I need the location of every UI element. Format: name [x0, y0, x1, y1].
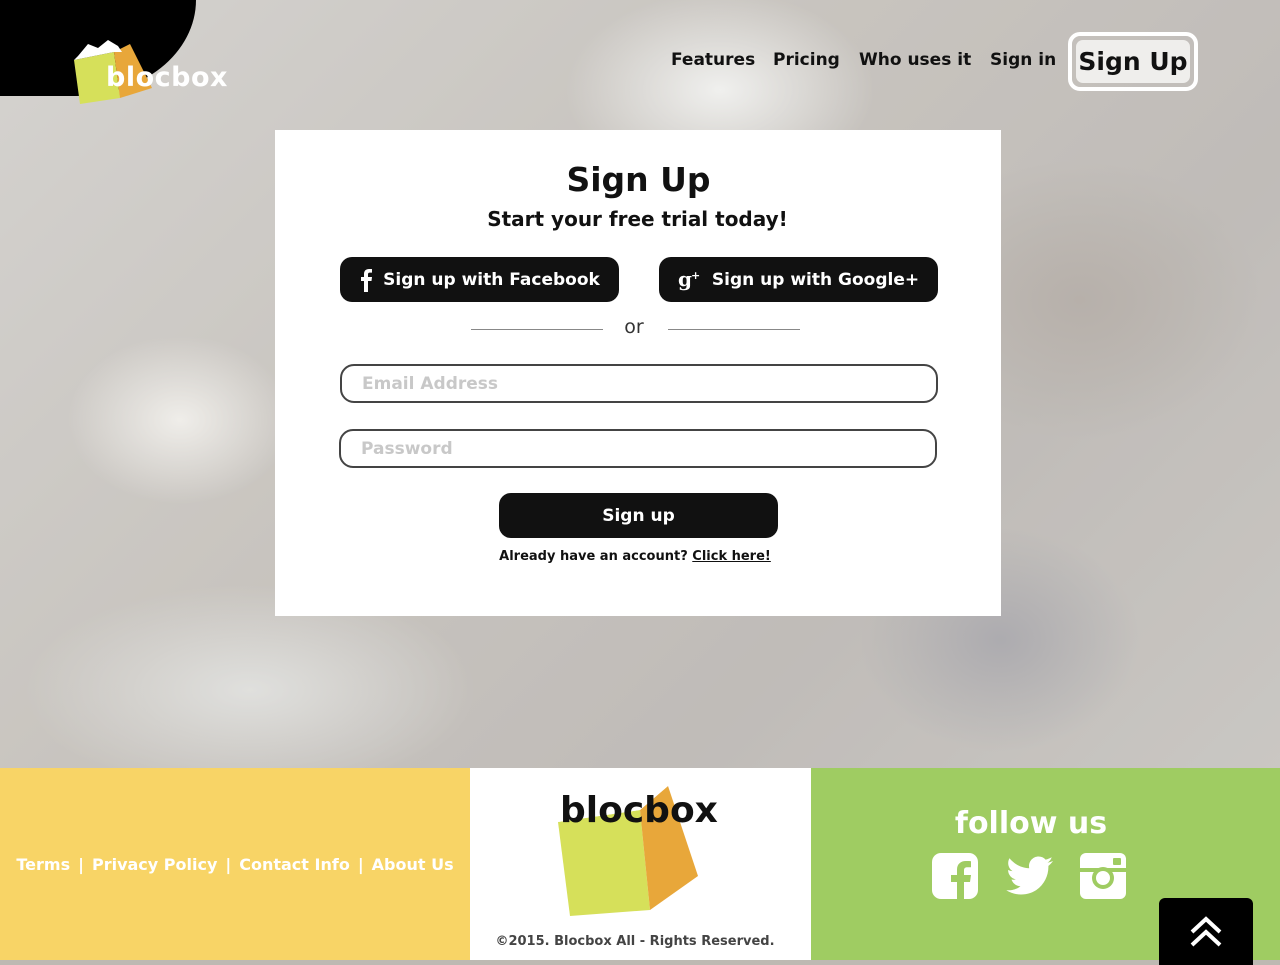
nav-sign-in[interactable]: Sign in [990, 50, 1056, 70]
footer-links-panel: Terms | Privacy Policy | Contact Info | … [0, 768, 470, 960]
password-field[interactable] [339, 429, 937, 468]
facebook-signup-button[interactable]: Sign up with Facebook [340, 257, 619, 302]
copyright-text: ©2015. Blocbox All - Rights Reserved. [495, 934, 775, 949]
follow-us-heading: follow us [954, 806, 1108, 841]
footer-logo-wordmark: blocbox [560, 790, 718, 831]
back-to-top-button[interactable] [1159, 898, 1253, 965]
nav-features[interactable]: Features [671, 50, 755, 70]
svg-text:+: + [691, 269, 700, 282]
instagram-icon[interactable] [1079, 852, 1127, 900]
or-label: or [624, 316, 644, 338]
footer-separator: | [225, 854, 232, 874]
divider-left [471, 329, 603, 330]
footer-separator: | [357, 854, 364, 874]
already-account-text: Already have an account? [499, 549, 688, 564]
footer-link-contact-info[interactable]: Contact Info [239, 855, 350, 874]
facebook-signup-label: Sign up with Facebook [383, 269, 600, 290]
nav-pricing[interactable]: Pricing [773, 50, 840, 70]
google-signup-button[interactable]: g + Sign up with Google+ [659, 257, 938, 302]
nav-sign-up-label: Sign Up [1078, 47, 1188, 76]
footer-separator: | [78, 854, 84, 874]
signup-subtitle: Start your free trial today! [487, 207, 788, 231]
google-plus-icon: g + [678, 269, 700, 291]
email-field[interactable] [340, 364, 938, 403]
already-account-line: Already have an account? Click here! [0, 549, 1270, 564]
footer-link-about-us[interactable]: About Us [372, 855, 454, 874]
google-signup-label: Sign up with Google+ [711, 269, 920, 290]
footer-link-terms[interactable]: Terms [16, 855, 70, 874]
nav-sign-up-button[interactable]: Sign Up [1068, 32, 1198, 91]
logo-wordmark: blocbox [106, 62, 228, 93]
double-chevron-up-icon [1190, 915, 1222, 946]
sign-up-submit-label: Sign up [602, 505, 675, 526]
facebook-f-icon [361, 268, 373, 292]
svg-text:g: g [678, 269, 692, 291]
footer-links: Terms | Privacy Policy | Contact Info | … [16, 855, 453, 874]
facebook-icon[interactable] [931, 852, 979, 900]
divider-right [668, 329, 800, 330]
nav-who-uses-it[interactable]: Who uses it [859, 50, 971, 70]
sign-up-submit-button[interactable]: Sign up [499, 493, 778, 538]
footer-link-privacy-policy[interactable]: Privacy Policy [92, 855, 217, 874]
twitter-icon[interactable] [1005, 852, 1053, 900]
signup-title: Sign Up [566, 160, 711, 199]
footer-brand-panel: blocbox ©2015. Blocbox All - Rights Rese… [470, 768, 811, 960]
click-here-link[interactable]: Click here! [692, 549, 771, 564]
